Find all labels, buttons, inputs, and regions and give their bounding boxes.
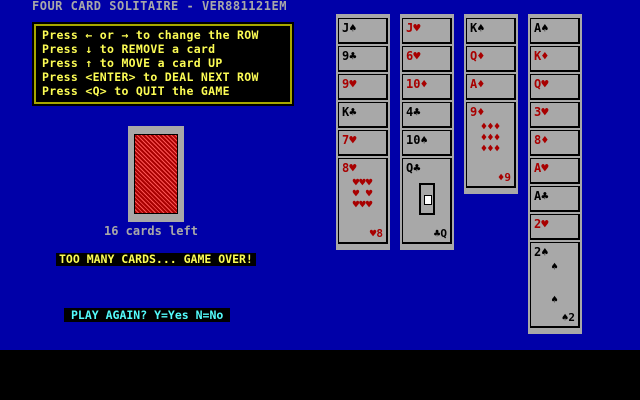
card-rank-suit-bottom: ♥8 <box>369 227 383 240</box>
card-rank-suit: J♥ <box>406 21 421 35</box>
card[interactable]: 6♥ <box>402 46 452 72</box>
game-over-message: TOO MANY CARDS... GAME OVER! <box>56 253 256 266</box>
card-rank-suit: 3♥ <box>534 105 549 119</box>
help-panel: Press ← or → to change the ROW Press ↓ t… <box>32 22 294 106</box>
card-rank-suit: Q♣ <box>406 161 421 175</box>
face-card-icon <box>419 183 435 215</box>
card[interactable]: A♦ <box>466 74 516 100</box>
app-title: FOUR CARD SOLITAIRE - VER881121EM <box>32 0 287 13</box>
help-line-remove-card: Press ↓ to REMOVE a card <box>42 42 216 56</box>
card-rank-suit: 10♦ <box>406 77 428 91</box>
card-top[interactable]: Q♣ ♣Q <box>402 158 452 244</box>
card-rank-suit: K♣ <box>342 105 357 119</box>
card-column-2[interactable]: J♥ 6♥ 10♦ 4♣ 10♠ Q♣ ♣Q <box>400 14 454 250</box>
screen-border-bottom <box>0 350 640 400</box>
card-rank-suit: 2♥ <box>534 217 549 231</box>
card[interactable]: K♠ <box>466 18 516 44</box>
card-rank-suit: 9♣ <box>342 49 357 63</box>
card-rank-suit: A♦ <box>470 77 485 91</box>
card-rank-suit: A♣ <box>534 189 549 203</box>
card-rank-suit: 6♥ <box>406 49 421 63</box>
card-pips: ♠ ♠ <box>551 260 558 306</box>
card-rank-suit: A♥ <box>534 161 549 175</box>
card[interactable]: 9♣ <box>338 46 388 72</box>
card[interactable]: 4♣ <box>402 102 452 128</box>
card-rank-suit: 10♠ <box>406 133 428 147</box>
card-rank-suit-bottom: ♠2 <box>561 311 575 324</box>
card-column-4[interactable]: A♠ K♦ Q♥ 3♥ 8♦ A♥ A♣ 2♥ 2♠ ♠ ♠ ♠2 <box>528 14 582 334</box>
game-screen: FOUR CARD SOLITAIRE - VER881121EM Press … <box>0 0 640 350</box>
help-line-change-row: Press ← or → to change the ROW <box>42 28 259 42</box>
card-top[interactable]: 9♦ ♦♦♦ ♦♦♦ ♦♦♦ ♦9 <box>466 102 516 188</box>
card-rank-suit: 9♥ <box>342 77 357 91</box>
card-column-1[interactable]: J♠ 9♣ 9♥ K♣ 7♥ 8♥ ♥♥♥ ♥ ♥ ♥♥♥ ♥8 <box>336 14 390 250</box>
card-rank-suit-bottom: ♦9 <box>497 171 511 184</box>
card-column-3[interactable]: K♠ Q♦ A♦ 9♦ ♦♦♦ ♦♦♦ ♦♦♦ ♦9 <box>464 14 518 194</box>
card-rank-suit: K♠ <box>470 21 485 35</box>
help-line-deal-row: Press <ENTER> to DEAL NEXT ROW <box>42 70 259 84</box>
card-back <box>134 134 178 214</box>
card[interactable]: 2♥ <box>530 214 580 240</box>
card[interactable]: J♥ <box>402 18 452 44</box>
help-line-move-card: Press ↑ to MOVE a card UP <box>42 56 223 70</box>
card-top[interactable]: 2♠ ♠ ♠ ♠2 <box>530 242 580 328</box>
card-rank-suit: 2♠ <box>534 245 549 259</box>
play-again-prompt[interactable]: PLAY AGAIN? Y=Yes N=No <box>64 308 231 322</box>
card-rank-suit: K♦ <box>534 49 549 63</box>
card-rank-suit-bottom: ♣Q <box>433 227 447 240</box>
card[interactable]: 10♦ <box>402 74 452 100</box>
card[interactable]: K♣ <box>338 102 388 128</box>
card[interactable]: 10♠ <box>402 130 452 156</box>
card[interactable]: J♠ <box>338 18 388 44</box>
deck-pile[interactable] <box>128 126 184 222</box>
cards-left-label: 16 cards left <box>104 224 198 238</box>
card-rank-suit: Q♦ <box>470 49 485 63</box>
card[interactable]: A♣ <box>530 186 580 212</box>
card[interactable]: 8♦ <box>530 130 580 156</box>
card-rank-suit: 9♦ <box>470 105 485 119</box>
card[interactable]: 9♥ <box>338 74 388 100</box>
card[interactable]: A♠ <box>530 18 580 44</box>
card[interactable]: A♥ <box>530 158 580 184</box>
card[interactable]: K♦ <box>530 46 580 72</box>
help-line-quit: Press <Q> to QUIT the GAME <box>42 84 230 98</box>
card[interactable]: Q♥ <box>530 74 580 100</box>
help-panel-inner: Press ← or → to change the ROW Press ↓ t… <box>34 24 292 104</box>
card[interactable]: Q♦ <box>466 46 516 72</box>
card-pips: ♥♥♥ ♥ ♥ ♥♥♥ <box>352 176 373 211</box>
card-top[interactable]: 8♥ ♥♥♥ ♥ ♥ ♥♥♥ ♥8 <box>338 158 388 244</box>
card-rank-suit: A♠ <box>534 21 549 35</box>
card[interactable]: 7♥ <box>338 130 388 156</box>
card-rank-suit: 8♥ <box>342 161 357 175</box>
card-rank-suit: J♠ <box>342 21 357 35</box>
card-pips: ♦♦♦ ♦♦♦ ♦♦♦ <box>480 120 501 155</box>
card[interactable]: 3♥ <box>530 102 580 128</box>
card-rank-suit: 4♣ <box>406 105 421 119</box>
card-rank-suit: Q♥ <box>534 77 549 91</box>
card-rank-suit: 8♦ <box>534 133 549 147</box>
card-rank-suit: 7♥ <box>342 133 357 147</box>
